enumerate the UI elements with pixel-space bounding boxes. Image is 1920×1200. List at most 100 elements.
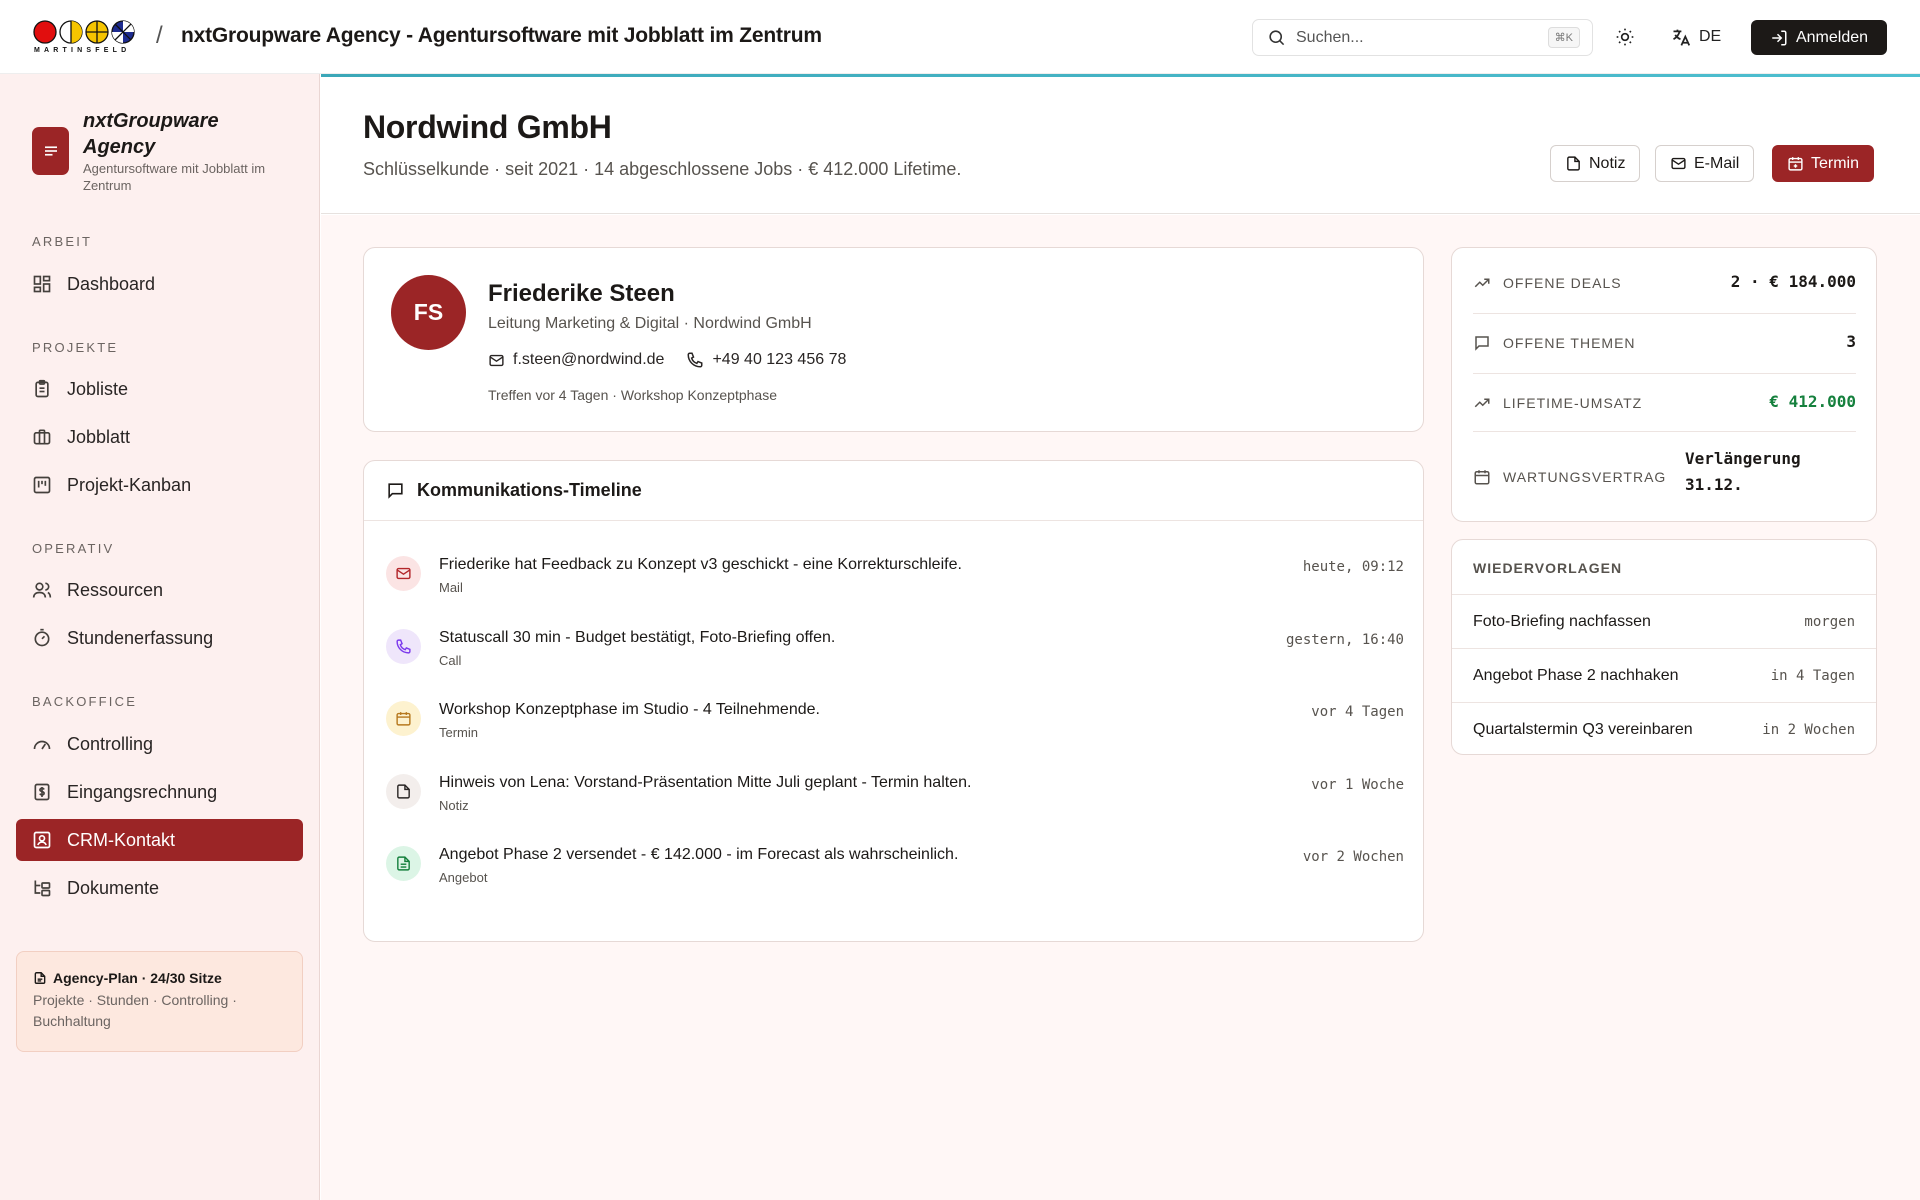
sidebar-item-crm-kontakt[interactable]: CRM-Kontakt bbox=[16, 819, 303, 861]
plan-features: Projekte · Stunden · Controlling · Buchh… bbox=[33, 992, 237, 1029]
follow-ups-title: WIEDERVORLAGEN bbox=[1473, 560, 1623, 576]
app-title: nxtGroupware Agency - Agentursoftware mi… bbox=[181, 24, 822, 47]
sidebar-item-eingangsrechnung[interactable]: Eingangsrechnung bbox=[16, 771, 303, 813]
document-icon bbox=[386, 846, 421, 881]
sidebar-item-label: Ressourcen bbox=[67, 579, 164, 600]
timeline-entry-type: Mail bbox=[439, 580, 463, 595]
phone-icon bbox=[386, 628, 421, 664]
contact-card-icon bbox=[33, 831, 51, 849]
nav-section-backoffice: BACKOFFICE bbox=[32, 694, 138, 709]
sidebar-item-label: Projekt-Kanban bbox=[67, 474, 192, 495]
kpi-revenue-value: € 412.000 bbox=[1769, 392, 1856, 411]
follow-up-item[interactable]: Angebot Phase 2 nachhaken in 4 Tagen bbox=[1452, 648, 1876, 702]
kpi-card: OFFENE DEALS 2 · € 184.000 OFFENE THEMEN… bbox=[1451, 247, 1877, 522]
follow-up-due: morgen bbox=[1804, 613, 1855, 630]
search-box[interactable]: ⌘K bbox=[1252, 19, 1593, 56]
follow-up-item[interactable]: Quartalstermin Q3 vereinbaren in 2 Wochen bbox=[1452, 702, 1876, 756]
page-subtitle: Schlüsselkunde · seit 2021 · 14 abgeschl… bbox=[363, 159, 962, 179]
brand-subtitle: Agentursoftware mit Jobblatt im Zentrum bbox=[83, 161, 266, 193]
chat-bubble-icon bbox=[388, 483, 403, 499]
timeline-entry-time: vor 4 Tagen bbox=[1311, 704, 1404, 720]
nav-section-operativ: OPERATIV bbox=[32, 541, 115, 556]
sidebar-item-ressourcen[interactable]: Ressourcen bbox=[16, 569, 303, 611]
timeline-entry[interactable]: Friederike hat Feedback zu Konzept v3 ge… bbox=[386, 553, 1404, 603]
sidebar-item-controlling[interactable]: Controlling bbox=[16, 723, 303, 765]
trend-up-icon bbox=[1474, 278, 1490, 288]
login-button[interactable]: Anmelden bbox=[1751, 20, 1887, 55]
mail-icon bbox=[1671, 157, 1686, 170]
timeline-entry-text: Workshop Konzeptphase im Studio - 4 Teil… bbox=[439, 701, 820, 718]
sidebar-item-label: Eingangsrechnung bbox=[67, 781, 218, 802]
timeline-header: Kommunikations-Timeline bbox=[364, 461, 1423, 521]
timeline-entry[interactable]: Angebot Phase 2 versendet - € 142.000 - … bbox=[386, 843, 1404, 893]
theme-toggle-button[interactable] bbox=[1612, 24, 1638, 50]
logo-wordmark: MARTINSFELD bbox=[34, 47, 131, 54]
follow-up-item[interactable]: Foto-Briefing nachfassen morgen bbox=[1452, 594, 1876, 648]
follow-up-due: in 4 Tagen bbox=[1770, 667, 1855, 684]
sidebar-item-dokumente[interactable]: Dokumente bbox=[16, 867, 303, 909]
schedule-appointment-button[interactable]: Termin bbox=[1772, 145, 1875, 182]
sidebar-item-label: Controlling bbox=[67, 733, 154, 754]
search-input[interactable] bbox=[1296, 28, 1536, 47]
sidebar-item-label: Dashboard bbox=[67, 273, 156, 294]
send-email-button[interactable]: E-Mail bbox=[1655, 145, 1755, 182]
folder-tree-icon bbox=[34, 880, 51, 897]
timeline-entry-type: Call bbox=[439, 652, 462, 668]
sidebar-item-label: Jobblatt bbox=[67, 426, 131, 447]
timeline-entry-text: Statuscall 30 min - Budget bestätigt, Fo… bbox=[439, 628, 836, 646]
login-icon bbox=[1772, 30, 1787, 45]
sidebar-item-jobblatt[interactable]: Jobblatt bbox=[16, 416, 303, 458]
kpi-row-deals: OFFENE DEALS 2 · € 184.000 bbox=[1473, 248, 1856, 314]
calendar-icon bbox=[1474, 470, 1490, 485]
language-label: DE bbox=[1699, 28, 1722, 45]
avatar: FS bbox=[391, 275, 466, 350]
nav-section-projekte: PROJEKTE bbox=[32, 340, 119, 355]
timeline-entry[interactable]: Hinweis von Lena: Vorstand-Präsentation … bbox=[386, 771, 1404, 821]
sidebar-item-stundenerfassung[interactable]: Stundenerfassung bbox=[16, 617, 303, 659]
main-content: FS Friederike Steen Leitung Marketing & … bbox=[321, 215, 1920, 1200]
communication-timeline-card: Kommunikations-Timeline Friederike hat F… bbox=[363, 460, 1424, 942]
contact-role: Leitung Marketing & Digital · Nordwind G… bbox=[488, 315, 812, 332]
dashboard-grid-icon bbox=[33, 275, 51, 293]
login-label: Anmelden bbox=[1795, 28, 1869, 46]
top-bar: MARTINSFELD / nxtGroupware Agency - Agen… bbox=[0, 0, 1920, 74]
sidebar-item-dashboard[interactable]: Dashboard bbox=[16, 263, 303, 305]
follow-up-due: in 2 Wochen bbox=[1762, 721, 1855, 738]
kpi-contract-value: Verlängerung 31.12. bbox=[1685, 449, 1801, 494]
contact-card: FS Friederike Steen Leitung Marketing & … bbox=[363, 247, 1424, 432]
sidebar-item-label: CRM-Kontakt bbox=[67, 829, 176, 850]
timeline-entry[interactable]: Statuscall 30 min - Budget bestätigt, Fo… bbox=[386, 626, 1404, 676]
timeline-entry-text: Friederike hat Feedback zu Konzept v3 ge… bbox=[439, 556, 962, 573]
note-icon bbox=[1567, 156, 1580, 171]
page-header: Nordwind GmbH Schlüsselkunde · seit 2021… bbox=[321, 77, 1920, 214]
sidebar-item-jobliste[interactable]: Jobliste bbox=[16, 368, 303, 410]
brand-menu-button[interactable] bbox=[32, 127, 69, 175]
language-switch-button[interactable]: DE bbox=[1670, 22, 1721, 52]
contact-details: f.steen@nordwind.de +49 40 123 456 78 bbox=[488, 351, 868, 369]
sidebar-item-projekt-kanban[interactable]: Projekt-Kanban bbox=[16, 464, 303, 506]
clipboard-list-icon bbox=[35, 379, 49, 398]
contact-last-meeting: Treffen vor 4 Tagen · Workshop Konzeptph… bbox=[488, 387, 777, 403]
kpi-row-revenue: LIFETIME-UMSATZ € 412.000 bbox=[1473, 374, 1856, 432]
stopwatch-icon bbox=[34, 628, 50, 647]
follow-ups-card: WIEDERVORLAGEN Foto-Briefing nachfassen m… bbox=[1451, 539, 1877, 755]
menu-lines-icon bbox=[44, 146, 57, 156]
add-note-button[interactable]: Notiz bbox=[1550, 145, 1641, 182]
invoice-icon bbox=[34, 783, 50, 801]
calendar-icon bbox=[386, 701, 421, 736]
timeline-entry[interactable]: Workshop Konzeptphase im Studio - 4 Teil… bbox=[386, 698, 1404, 748]
timeline-entry-type: Angebot bbox=[439, 870, 488, 885]
sidebar-item-label: Dokumente bbox=[67, 877, 160, 898]
contact-phone-link[interactable]: +49 40 123 456 78 bbox=[686, 351, 846, 369]
kpi-deals-value: 2 · € 184.000 bbox=[1730, 272, 1856, 291]
mail-icon bbox=[489, 354, 504, 366]
brand-name: nxtGroupware Agency bbox=[83, 110, 219, 158]
contact-email-link[interactable]: f.steen@nordwind.de bbox=[488, 351, 664, 369]
timeline-title: Kommunikations-Timeline bbox=[417, 480, 642, 500]
translate-icon bbox=[1673, 29, 1691, 46]
kpi-row-themes: OFFENE THEMEN 3 bbox=[1473, 314, 1856, 374]
search-icon bbox=[1269, 30, 1285, 46]
timeline-entry-text: Hinweis von Lena: Vorstand-Präsentation … bbox=[439, 773, 972, 791]
timeline-entry-time: gestern, 16:40 bbox=[1285, 631, 1404, 648]
follow-up-title: Quartalstermin Q3 vereinbaren bbox=[1473, 720, 1693, 738]
